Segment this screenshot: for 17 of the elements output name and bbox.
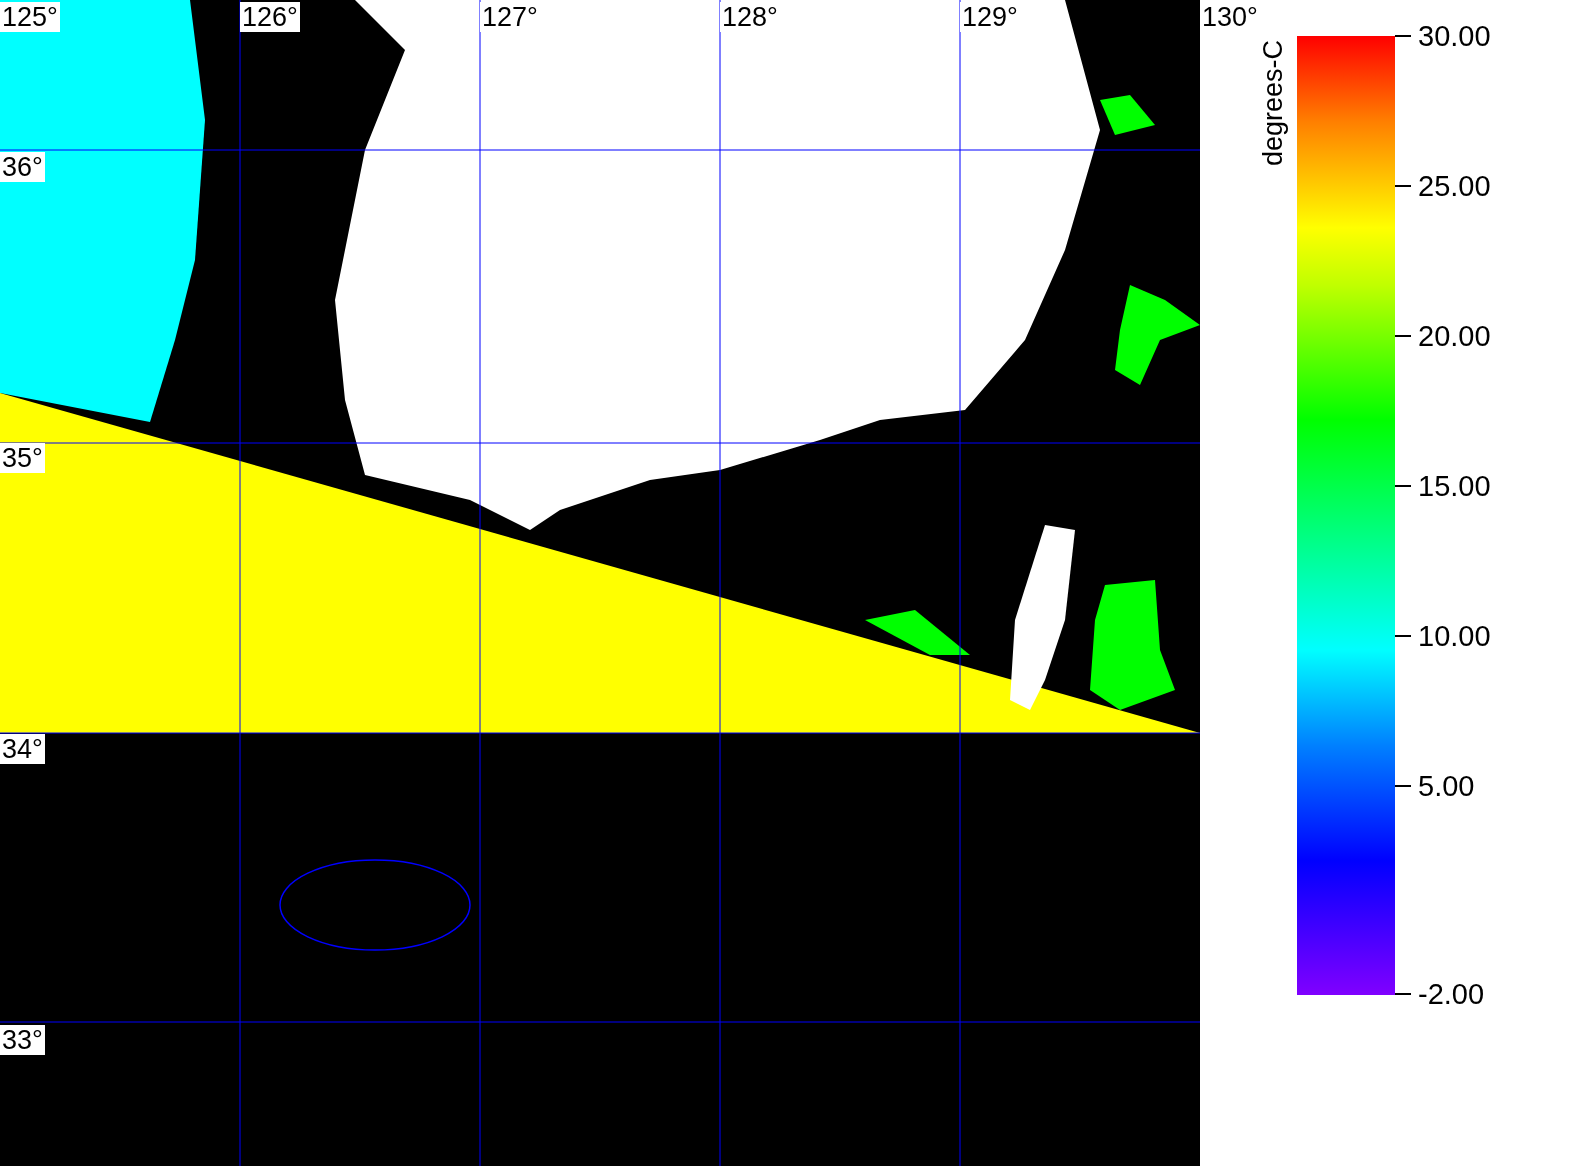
- longitude-label: 126°: [240, 2, 300, 32]
- colorbar-title: degrees-C: [1258, 40, 1289, 167]
- colorbar-tick-label: 10.00: [1418, 619, 1491, 653]
- colorbar-tick-label: 5.00: [1418, 769, 1475, 803]
- latitude-label: 36°: [0, 152, 45, 182]
- colorbar-tick-label: 20.00: [1418, 319, 1491, 353]
- longitude-label: 128°: [720, 2, 780, 32]
- longitude-label: 125°: [0, 2, 60, 32]
- colorbar-tick-label: 25.00: [1418, 169, 1491, 203]
- colorbar-tick-label: -2.00: [1418, 977, 1485, 1011]
- colorbar-tick-label: 15.00: [1418, 469, 1491, 503]
- latitude-label: 35°: [0, 443, 45, 473]
- colorbar-tick-label: 30.00: [1418, 19, 1491, 53]
- latitude-label: 34°: [0, 734, 45, 764]
- longitude-label: 127°: [480, 2, 540, 32]
- longitude-label: 129°: [960, 2, 1020, 32]
- latitude-label: 33°: [0, 1025, 45, 1055]
